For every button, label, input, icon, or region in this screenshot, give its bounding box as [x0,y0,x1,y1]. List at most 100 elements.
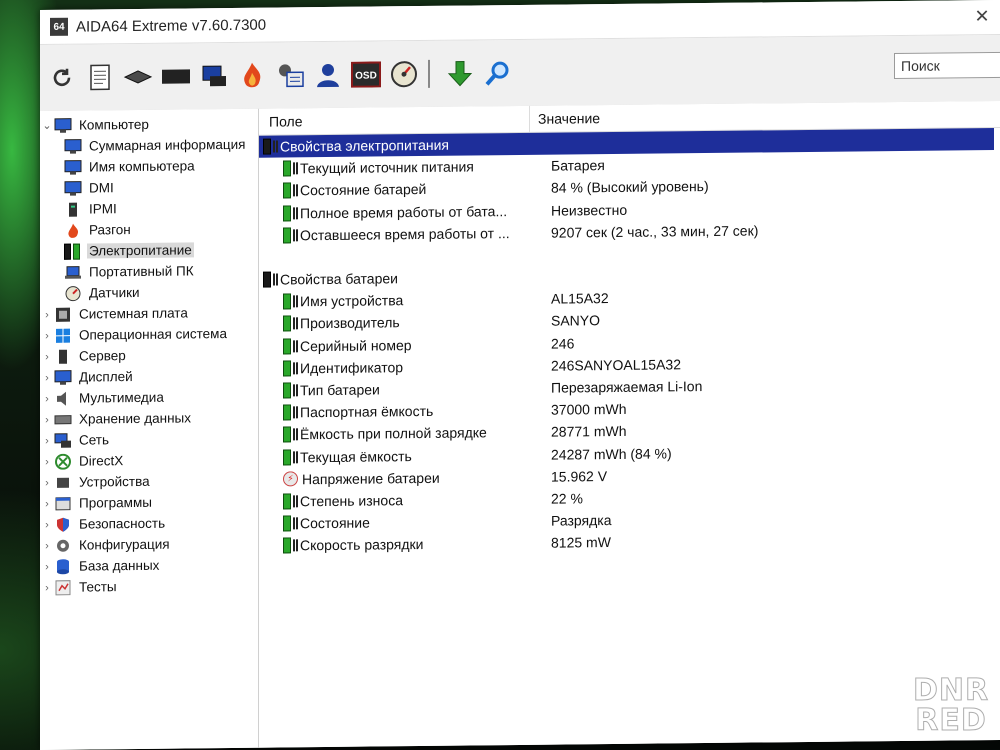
tree-item-summary[interactable]: Суммарная информация [40,134,258,157]
search-input[interactable]: Поиск [894,51,1000,80]
battery-icon [263,138,271,155]
row-field: Серийный номер [300,336,412,354]
tree-item-ipmi[interactable]: IPMI [40,197,258,220]
tree-item-server[interactable]: › Сервер [40,344,258,367]
chevron-right-icon[interactable]: › [40,350,54,362]
tree-item-os[interactable]: › Операционная система [40,323,258,346]
tree-item-power[interactable]: Электропитание [40,239,258,262]
tree-item-sensors[interactable]: Датчики [40,281,258,304]
tree-item-portable[interactable]: Портативный ПК [40,260,258,283]
overclock-icon[interactable] [236,60,268,92]
speed-icon[interactable] [388,58,420,90]
tree-item-computer[interactable]: ⌄ Компьютер [40,113,258,136]
tree-item-overclock[interactable]: Разгон [40,218,258,241]
speaker-icon [54,390,72,406]
row-value: 15.962 V [551,467,608,485]
chevron-right-icon[interactable]: › [40,497,54,509]
tree-item-network[interactable]: › Сеть [40,428,258,451]
battery-icon [283,537,291,554]
network-icon[interactable] [198,60,230,92]
tree-label: IPMI [89,201,117,217]
update-icon[interactable] [444,57,476,89]
row-field: Напряжение батареи [302,469,440,487]
chevron-right-icon[interactable]: › [40,329,54,341]
chevron-right-icon[interactable]: › [40,539,54,551]
row-field: Скорость разрядки [300,536,424,554]
row-value: 84 % (Высокий уровень) [551,178,709,197]
plug-icon [293,450,298,463]
chevron-right-icon[interactable]: › [40,455,54,467]
search-icon[interactable] [482,57,514,89]
chevron-down-icon[interactable]: ⌄ [40,119,54,132]
user-icon[interactable] [312,59,344,91]
tree-item-dmi[interactable]: DMI [40,176,258,199]
tree-label: Операционная система [79,326,227,343]
plug-icon [293,539,298,552]
battery-icon [283,404,291,421]
tree-item-config[interactable]: › Конфигурация [40,533,258,556]
tree-label: Системная плата [79,305,188,322]
chevron-right-icon[interactable]: › [40,371,54,383]
memory-icon[interactable] [160,60,192,92]
motherboard-icon [54,306,72,322]
gauge-icon [64,285,82,301]
laptop-icon [64,264,82,280]
battery-icon [283,360,291,377]
tree-item-multimedia[interactable]: › Мультимедиа [40,386,258,409]
toolbar: OSD Поиск [40,34,1000,113]
tree-item-database[interactable]: › База данных [40,554,258,577]
toolbar-separator [428,59,430,88]
chevron-right-icon[interactable]: › [40,434,54,446]
row-value: AL15A32 [551,290,609,307]
row-value: 37000 mWh [551,401,627,418]
tests-icon [54,579,72,595]
battery-icon [283,493,291,510]
tree-item-programs[interactable]: › Программы [40,491,258,514]
server-icon [54,348,72,364]
column-header-field[interactable]: Поле [259,105,530,135]
tree-item-directx[interactable]: › DirectX [40,449,258,472]
row-value: Разрядка [551,512,612,529]
chevron-right-icon[interactable]: › [40,581,54,593]
tree-label: Суммарная информация [89,136,246,154]
chevron-right-icon[interactable]: › [40,560,54,572]
tree-item-tests[interactable]: › Тесты [40,575,258,598]
tree-item-computer-name[interactable]: Имя компьютера [40,155,258,178]
flame-icon [64,222,82,238]
tree-item-display[interactable]: › Дисплей [40,365,258,388]
tree-item-security[interactable]: › Безопасность [40,512,258,535]
chevron-right-icon[interactable]: › [40,518,54,530]
aida64-logo-icon: 64 [50,17,68,36]
plug-icon [293,495,298,508]
chevron-right-icon[interactable]: › [40,413,54,425]
system-icon[interactable] [274,59,306,91]
battery-icon [283,382,291,399]
monitor-icon [64,159,82,175]
plug-icon [273,273,278,286]
tree-item-motherboard[interactable]: › Системная плата [40,302,258,325]
database-icon [54,558,72,574]
close-button[interactable]: ✕ [970,6,994,27]
row-field: Производитель [300,314,400,332]
column-header-value[interactable]: Значение [530,101,1000,132]
plug-icon [293,229,298,242]
row-field: Степень износа [300,492,403,510]
chevron-right-icon[interactable]: › [40,392,54,404]
row-field: Идентификатор [300,358,404,377]
tree-label: DMI [89,180,114,196]
chevron-right-icon[interactable]: › [40,308,54,320]
battery-icon [283,337,291,355]
report-icon[interactable] [84,61,116,93]
config-icon [54,537,72,553]
refresh-icon[interactable] [46,62,78,94]
battery-icon [283,160,291,177]
tree-label: Датчики [89,284,140,301]
chevron-right-icon[interactable]: › [40,476,54,488]
battery-icon [283,205,291,222]
motherboard-icon[interactable] [122,61,154,93]
tree-item-devices[interactable]: › Устройства [40,470,258,493]
battery-icon [283,515,291,532]
row-value: Перезаряжаемая Li-Ion [551,378,703,396]
osd-icon[interactable]: OSD [350,58,382,90]
tree-item-storage[interactable]: › Хранение данных [40,407,258,430]
